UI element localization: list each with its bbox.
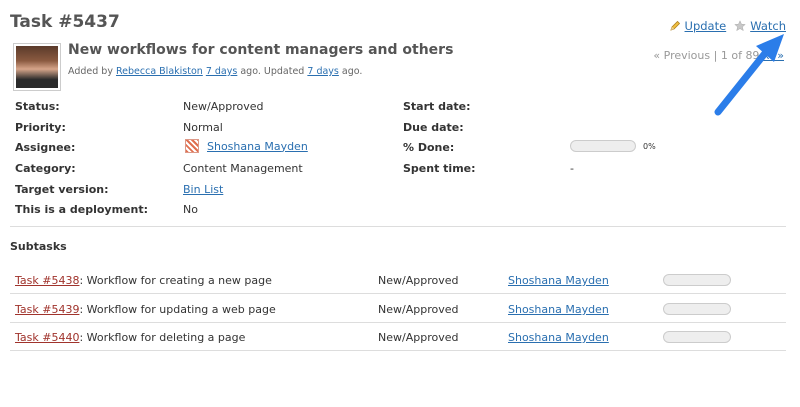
subtask-row: Task #5440: Workflow for deleting a page… [10,323,786,351]
status-label: Status: [15,100,60,113]
page-title: Task #5437 [10,12,120,32]
subtask-status: New/Approved [378,303,459,316]
subtask-name: Task #5438: Workflow for creating a new … [15,274,272,287]
annotation-arrow-icon [714,34,784,116]
subtask-assignee: Shoshana Mayden [508,331,609,344]
previous-link[interactable]: « Previous [653,49,710,62]
issue-subject: New workflows for content managers and o… [68,42,454,58]
subtask-row: Task #5438: Workflow for creating a new … [10,266,786,294]
star-icon [734,20,747,32]
subtask-link[interactable]: Task #5439 [15,303,79,316]
watch-link[interactable]: Watch [750,19,786,33]
subtask-link[interactable]: Task #5440 [15,331,79,344]
target-version-value: Bin List [183,183,223,196]
subtask-progress-bar [663,303,731,315]
assignee-avatar-icon [185,139,199,153]
assignee-value: Shoshana Mayden [185,139,308,153]
subtask-link[interactable]: Task #5438 [15,274,79,287]
target-version-link[interactable]: Bin List [183,183,223,196]
subtask-assignee-link[interactable]: Shoshana Mayden [508,303,609,316]
subtask-name: Task #5440: Workflow for deleting a page [15,331,246,344]
subtask-assignee: Shoshana Mayden [508,303,609,316]
done-percent-text: 0% [643,141,656,151]
due-date-label: Due date: [403,121,464,134]
start-date-label: Start date: [403,100,471,113]
divider [10,226,786,227]
nav-separator: | [713,49,718,62]
category-label: Category: [15,162,76,175]
subtask-progress-bar [663,274,731,286]
subtask-name: Task #5439: Workflow for updating a web … [15,303,276,316]
assignee-link[interactable]: Shoshana Mayden [207,140,308,153]
subtask-progress [663,303,731,315]
contextual-actions: Update Watch [669,19,786,33]
subtask-row: Task #5439: Workflow for updating a web … [10,295,786,323]
author-photo [16,46,58,88]
spent-time-label: Spent time: [403,162,476,175]
avatar [13,43,61,91]
priority-label: Priority: [15,121,66,134]
done-label: % Done: [403,141,455,154]
next-link[interactable]: xt » [763,49,784,62]
deployment-value: No [183,203,198,216]
subtask-status: New/Approved [378,274,459,287]
pencil-icon [669,20,680,31]
updated-ago-link[interactable]: 7 days [307,66,339,77]
target-version-label: Target version: [15,183,109,196]
added-ago-link[interactable]: 7 days [206,66,238,77]
done-progress-bar [570,140,636,152]
nav-position: 1 of 89 [720,49,760,62]
deployment-label: This is a deployment: [15,203,148,216]
priority-value: Normal [183,121,223,134]
subtask-assignee-link[interactable]: Shoshana Mayden [508,274,609,287]
subtask-assignee: Shoshana Mayden [508,274,609,287]
issue-navigation: « Previous | 1 of 89 xt » [653,49,784,62]
subtask-assignee-link[interactable]: Shoshana Mayden [508,331,609,344]
subtask-progress [663,274,731,286]
assignee-label: Assignee: [15,141,76,154]
subtask-progress [663,331,731,343]
subtask-status: New/Approved [378,331,459,344]
update-link[interactable]: Update [685,19,727,33]
done-value: 0% [570,140,656,152]
author-link[interactable]: Rebecca Blakiston [116,66,203,77]
subtask-progress-bar [663,331,731,343]
spent-time-value: - [570,162,574,175]
category-value: Content Management [183,162,303,175]
author-line: Added by Rebecca Blakiston 7 days ago. U… [68,66,363,77]
subtasks-title: Subtasks [10,240,67,253]
status-value: New/Approved [183,100,264,113]
